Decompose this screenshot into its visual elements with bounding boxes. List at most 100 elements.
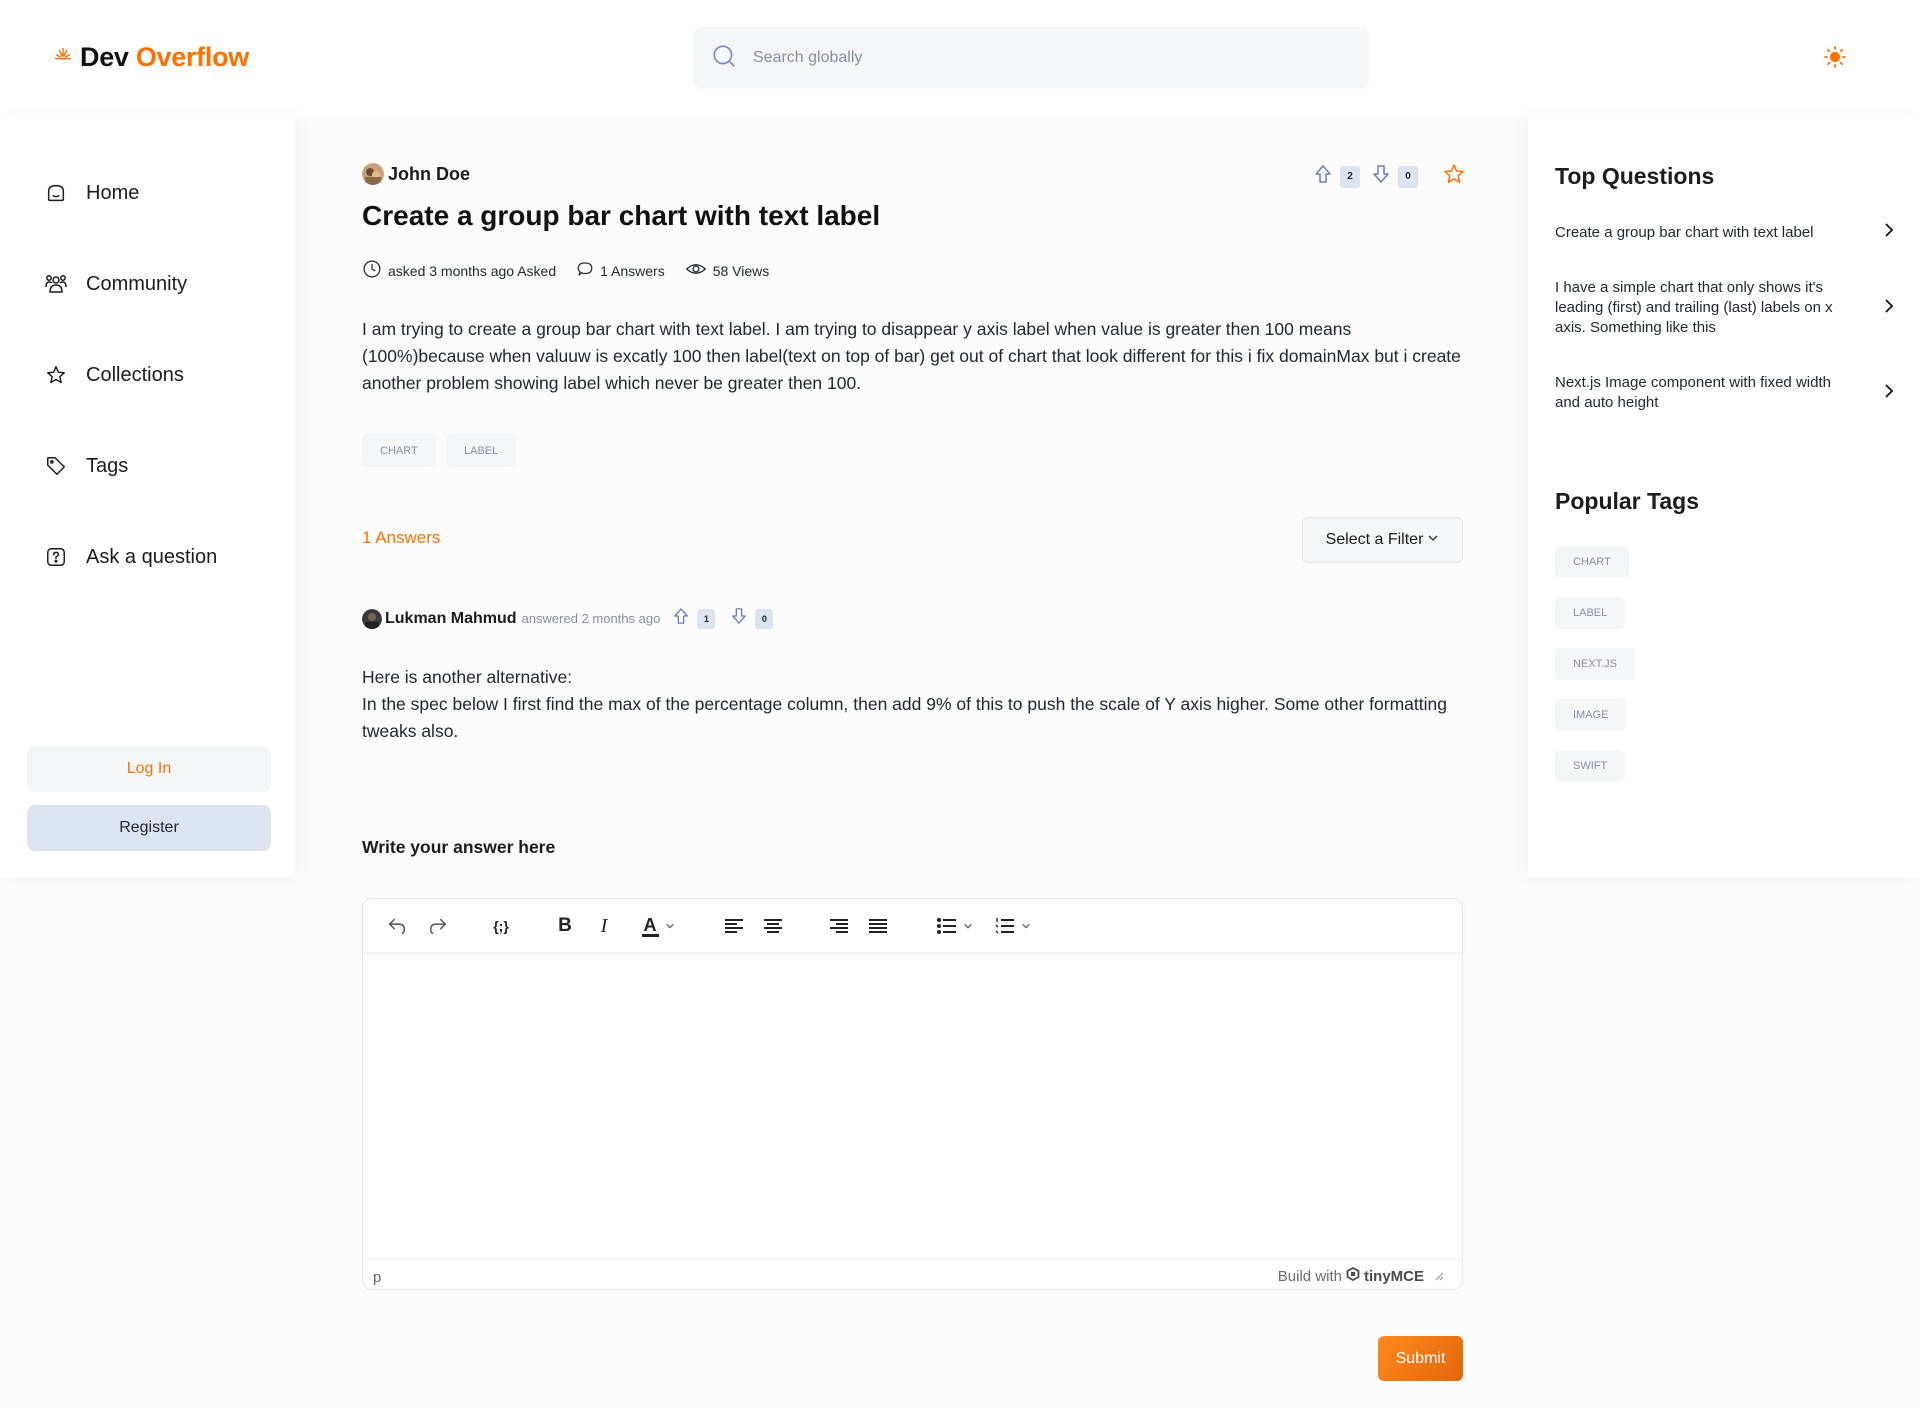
users-icon (44, 272, 68, 296)
tinymce-logo-icon (1346, 1266, 1360, 1285)
favorite-star-icon[interactable] (1442, 162, 1466, 191)
text-color-icon[interactable]: A (636, 911, 680, 941)
sidebar-item-home[interactable]: Home (44, 181, 139, 205)
sidebar-item-tags[interactable]: Tags (44, 454, 128, 478)
login-button[interactable]: Log In (27, 746, 271, 792)
answer-header: Lukman Mahmud answered 2 months ago 1 0 (362, 607, 774, 630)
eye-icon (685, 260, 707, 281)
theme-toggle-button[interactable] (1820, 44, 1850, 74)
answer-line: Here is another alternative: (362, 667, 573, 687)
brand-name: tinyMCE (1364, 1267, 1424, 1285)
editor-content-area[interactable] (363, 953, 1462, 1259)
align-justify-icon[interactable] (865, 911, 891, 941)
downvote-count: 0 (1398, 165, 1418, 188)
tag-icon (44, 454, 68, 478)
code-sample-icon[interactable]: {;} (487, 911, 515, 941)
sidebar-item-ask-question[interactable]: Ask a question (44, 545, 217, 569)
element-path[interactable]: p (373, 1269, 381, 1286)
sidebar-item-label: Home (86, 181, 140, 204)
answer-body: Here is another alternative: In the spec… (362, 664, 1462, 745)
downvote-icon[interactable] (731, 607, 747, 630)
answer-line: In the spec below I first find the max o… (362, 694, 1447, 741)
clock-icon (362, 259, 382, 282)
question-body: I am trying to create a group bar chart … (362, 319, 1461, 393)
question-tag[interactable]: LABEL (446, 434, 517, 467)
answers-text: 1 Answers (600, 262, 665, 279)
bold-icon[interactable]: B (552, 911, 578, 941)
message-icon (576, 260, 594, 281)
numbered-list-icon[interactable] (989, 911, 1037, 941)
sun-icon (1823, 45, 1847, 74)
star-icon (44, 363, 68, 387)
italic-icon[interactable]: I (591, 911, 617, 941)
answers-count: 1 Answers (362, 528, 441, 547)
answer-author[interactable]: Lukman Mahmud (385, 610, 517, 628)
logo-icon (52, 44, 74, 71)
align-center-icon[interactable] (760, 911, 786, 941)
question-meta: asked 3 months ago Asked 1 Answers 58 Vi… (362, 259, 769, 282)
sidebar-item-label: Tags (86, 454, 129, 477)
register-button[interactable]: Register (27, 805, 271, 851)
popular-tag[interactable]: IMAGE (1555, 699, 1627, 731)
logo[interactable]: Dev Overflow (52, 42, 249, 73)
align-right-icon[interactable] (826, 911, 852, 941)
build-with-text: Build with (1277, 1267, 1342, 1285)
question-votes: 2 0 (1314, 162, 1466, 191)
answer-votes: 1 0 (673, 607, 774, 630)
sidebar-item-community[interactable]: Community (44, 272, 187, 296)
popular-tag[interactable]: NEXT.JS (1555, 648, 1636, 680)
question-tag[interactable]: CHART (362, 434, 436, 467)
resize-handle-icon[interactable] (1434, 1268, 1444, 1285)
submit-button[interactable]: Submit (1378, 1336, 1463, 1381)
upvote-icon[interactable] (1314, 164, 1332, 189)
downvote-count: 0 (755, 608, 774, 629)
avatar[interactable] (362, 608, 382, 629)
answers-meta: 1 Answers (576, 260, 665, 281)
question-author[interactable]: John Doe (362, 163, 470, 185)
top-question-item[interactable]: Next.js Image component with fixed width… (1555, 373, 1895, 413)
home-icon (44, 181, 68, 205)
answer-time: answered 2 months ago (521, 611, 661, 626)
upvote-count: 1 (697, 608, 716, 629)
question-title: Create a group bar chart with text label (362, 200, 881, 231)
chevron-right-icon (1883, 383, 1895, 404)
top-question-item[interactable]: Create a group bar chart with text label (1555, 222, 1895, 243)
popular-tag[interactable]: SWIFT (1555, 750, 1626, 782)
popular-tag[interactable]: CHART (1555, 546, 1629, 578)
asked-text: asked 3 months ago Asked (388, 262, 557, 279)
align-left-icon[interactable] (721, 911, 747, 941)
asked-meta: asked 3 months ago Asked (362, 259, 556, 282)
sidebar-item-label: Collections (86, 363, 184, 386)
question-icon (44, 545, 68, 569)
downvote-icon[interactable] (1372, 164, 1390, 189)
undo-icon[interactable] (383, 911, 411, 941)
top-question-text: I have a simple chart that only shows it… (1555, 279, 1833, 336)
top-question-item[interactable]: I have a simple chart that only shows it… (1555, 278, 1895, 338)
sidebar-item-collections[interactable]: Collections (44, 363, 184, 387)
top-questions-title: Top Questions (1555, 163, 1715, 189)
write-answer-label: Write your answer here (362, 837, 556, 857)
bullet-list-icon[interactable] (931, 911, 979, 941)
redo-icon[interactable] (424, 911, 452, 941)
top-question-text: Create a group bar chart with text label (1555, 223, 1814, 241)
right-sidebar: Top Questions Create a group bar chart w… (1528, 117, 1920, 877)
search-placeholder: Search globally (753, 49, 863, 66)
search-icon (711, 43, 737, 74)
avatar (362, 163, 384, 185)
logo-text: Dev Overflow (80, 42, 249, 72)
views-meta: 58 Views (685, 260, 770, 281)
upvote-count: 2 (1340, 165, 1360, 188)
editor-statusbar: p Build with tinyMCE (363, 1259, 1462, 1289)
upvote-icon[interactable] (673, 607, 689, 630)
answer-filter-select[interactable]: Select a Filter (1302, 517, 1463, 563)
left-sidebar: Home Community Collections Tags Ask a qu… (0, 117, 295, 877)
tinymce-branding[interactable]: Build with tinyMCE (1277, 1266, 1444, 1285)
views-text: 58 Views (712, 262, 770, 279)
popular-tag[interactable]: LABEL (1555, 597, 1626, 629)
search-input[interactable]: Search globally (693, 27, 1369, 89)
editor-toolbar: {;} B I A (363, 899, 1462, 953)
chevron-right-icon (1883, 222, 1895, 243)
answer-editor[interactable]: {;} B I A p Build with tinyMCE (362, 898, 1463, 1290)
chevron-down-icon (1427, 531, 1439, 549)
filter-label: Select a Filter (1325, 531, 1424, 548)
